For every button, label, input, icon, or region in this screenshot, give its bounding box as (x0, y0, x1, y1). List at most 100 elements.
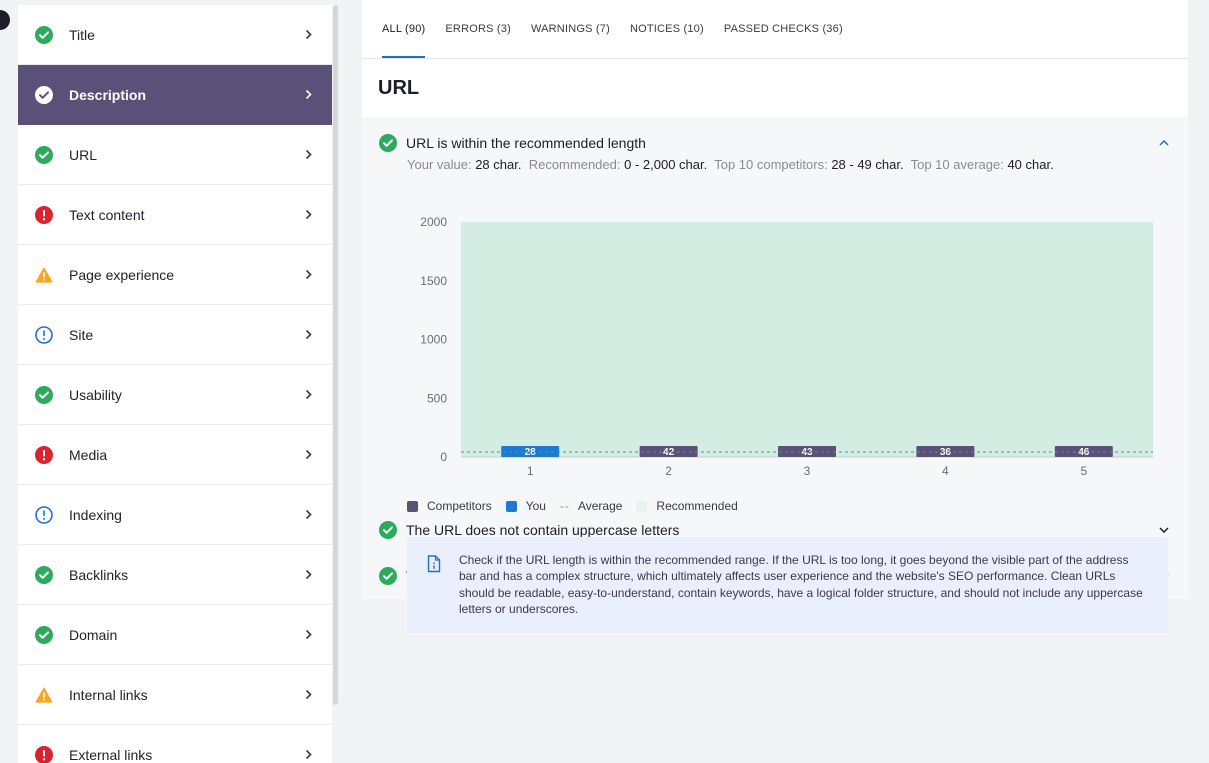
chart-legend: Competitors You -- Average Recommended (407, 499, 752, 513)
legend-you-label: You (525, 499, 546, 513)
tab-passed-checks[interactable]: PASSED CHECKS (36) (724, 0, 843, 58)
chevron-right-icon (302, 749, 314, 760)
legend-average: -- Average (560, 499, 622, 513)
status-passed-icon (35, 145, 53, 164)
check-passed-icon (379, 567, 397, 585)
section-header: URL (362, 59, 1188, 117)
legend-average-label: Average (577, 499, 623, 513)
sidebar-item-page-experience[interactable]: Page experience (18, 245, 332, 305)
status-passed-icon (35, 625, 53, 644)
sidebar-item-label: Backlinks (69, 566, 129, 583)
avg-value: 40 char. (1007, 157, 1054, 172)
status-error-icon (35, 445, 53, 464)
chevron-right-icon (302, 89, 314, 100)
legend-you-swatch (505, 500, 517, 512)
sidebar-item-label: Text content (69, 206, 145, 223)
chevron-right-icon (302, 329, 314, 340)
status-passed-icon (35, 25, 53, 44)
sidebar-item-label: Indexing (69, 506, 122, 523)
legend-average-dash: -- (559, 499, 570, 513)
sidebar-item-description[interactable]: Description (18, 65, 332, 125)
sidebar-item-label: Usability (69, 386, 122, 403)
chevron-up-icon[interactable] (1158, 140, 1170, 146)
sidebar-item-label: URL (69, 146, 98, 163)
check-passed-icon (379, 521, 397, 539)
legend-recommended-swatch (636, 500, 648, 512)
x-tick-label: 2 (665, 464, 672, 478)
status-error-icon (35, 745, 53, 763)
your-value: 28 char. (475, 157, 522, 172)
chevron-right-icon (302, 689, 314, 700)
status-passed-icon (35, 385, 53, 404)
status-notice-icon (35, 325, 53, 344)
chevron-right-icon (302, 149, 314, 160)
status-warning-icon (35, 686, 53, 704)
tab-warnings[interactable]: WARNINGS (7) (531, 0, 610, 58)
sidebar-item-label: Page experience (69, 266, 175, 283)
sidebar-item-label: Internal links (69, 686, 148, 703)
sidebar-item-title[interactable]: Title (18, 5, 332, 65)
check-info-text: Check if the URL length is within the re… (459, 553, 1143, 616)
tab-all[interactable]: ALL (90) (382, 0, 426, 58)
sidebar-scrollbar[interactable] (333, 5, 338, 705)
recommended-label: Recommended: (528, 157, 621, 172)
sidebar-item-domain[interactable]: Domain (18, 605, 332, 665)
check-passed-icon (379, 134, 397, 152)
x-tick-label: 1 (527, 464, 534, 478)
avg-label: Top 10 average: (910, 157, 1004, 172)
check-title: The URL does not contain uppercase lette… (406, 522, 680, 538)
x-tick-label: 5 (1080, 464, 1087, 478)
status-notice-icon (35, 505, 53, 524)
legend-recommended: Recommended (636, 499, 738, 513)
chevron-right-icon (302, 449, 314, 460)
sidebar-item-label: External links (69, 746, 153, 763)
chevron-right-icon (302, 629, 314, 640)
x-tick-label: 4 (942, 464, 949, 478)
status-error-icon (35, 205, 53, 224)
sidebar-item-label: Description (69, 86, 147, 103)
sidebar-item-external-links[interactable]: External links (18, 725, 332, 763)
chevron-right-icon (302, 389, 314, 400)
sidebar-item-site[interactable]: Site (18, 305, 332, 365)
legend-competitors-swatch (407, 500, 418, 512)
sidebar-item-media[interactable]: Media (18, 425, 332, 485)
checks-sidebar: Title Description URL Text content Page expe… (18, 5, 332, 763)
sidebar-item-label: Site (69, 326, 94, 343)
chevron-right-icon (302, 269, 314, 280)
y-tick-label: 2000 (420, 215, 447, 229)
sidebar-item-url[interactable]: URL (18, 125, 332, 185)
sidebar-item-internal-links[interactable]: Internal links (18, 665, 332, 725)
chevron-right-icon (302, 209, 314, 220)
legend-competitors-label: Competitors (427, 499, 492, 513)
x-tick-label: 3 (804, 464, 811, 478)
y-tick-label: 1000 (420, 333, 447, 347)
chart-svg: 0500100015002000281422433364465 (420, 215, 1153, 478)
main-panel: ALL (90) ERRORS (3) WARNINGS (7) NOTICES (1… (362, 0, 1188, 763)
chevron-down-icon[interactable] (1158, 527, 1170, 533)
status-passed-icon (35, 85, 53, 104)
y-tick-label: 500 (427, 391, 447, 405)
sidebar-item-label: Domain (69, 626, 118, 643)
top10-label: Top 10 competitors: (714, 157, 828, 172)
tab-errors[interactable]: ERRORS (3) (445, 0, 511, 58)
chevron-right-icon (302, 29, 314, 40)
sidebar-item-label: Media (69, 446, 108, 463)
legend-recommended-label: Recommended (656, 499, 738, 513)
legend-competitors: Competitors (407, 499, 492, 513)
recommended-range-area (461, 222, 1153, 457)
sidebar-item-text-content[interactable]: Text content (18, 185, 332, 245)
sidebar-item-indexing[interactable]: Indexing (18, 485, 332, 545)
check-info-box: Check if the URL length is within the re… (407, 537, 1168, 633)
url-length-chart: 0 500 1000 1500 2000 28 1 42 2 43 3 36 4 46 5 Competit… (362, 177, 1188, 633)
legend-you: You (505, 499, 546, 513)
recommended-value: 0 - 2,000 char. (624, 157, 708, 172)
y-tick-label: 1500 (420, 274, 447, 288)
y-tick-label: 0 (440, 450, 447, 464)
sidebar-item-usability[interactable]: Usability (18, 365, 332, 425)
section-title: URL (378, 76, 420, 99)
collapse-handle[interactable] (0, 10, 10, 30)
sidebar-item-label: Title (69, 26, 95, 43)
tab-notices[interactable]: NOTICES (10) (630, 0, 704, 58)
your-value-label: Your value: (407, 157, 472, 172)
sidebar-item-backlinks[interactable]: Backlinks (18, 545, 332, 605)
